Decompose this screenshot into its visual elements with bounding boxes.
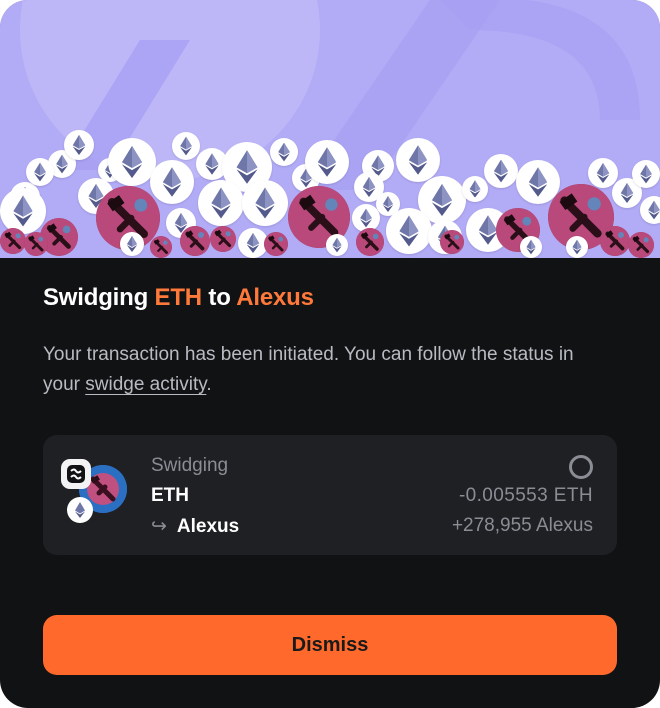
to-amount: +278,955 Alexus bbox=[451, 515, 593, 536]
alexus-token-icon bbox=[0, 228, 26, 254]
title-prefix: Swidging bbox=[43, 284, 149, 311]
title-to-token: Alexus bbox=[236, 284, 314, 311]
swidge-modal: Swidging ETH to Alexus Your transaction … bbox=[0, 0, 660, 708]
transaction-status: Swidging bbox=[151, 455, 229, 476]
from-amount: -0.005553 ETH bbox=[458, 485, 593, 506]
eth-coin-icon bbox=[484, 154, 518, 188]
alexus-token-icon bbox=[180, 226, 210, 256]
modal-description: Your transaction has been initiated. You… bbox=[43, 340, 603, 400]
eth-coin-icon bbox=[120, 232, 144, 256]
eth-icon bbox=[67, 497, 93, 523]
from-token: ETH bbox=[151, 485, 189, 506]
eth-coin-icon bbox=[172, 132, 200, 160]
eth-coin-icon bbox=[326, 234, 348, 256]
to-token: Alexus bbox=[176, 516, 240, 537]
eth-coin-icon bbox=[270, 138, 298, 166]
spinner-icon bbox=[569, 455, 593, 479]
eth-coin-icon bbox=[520, 236, 542, 258]
eth-coin-icon bbox=[462, 176, 488, 202]
alexus-token-icon bbox=[600, 226, 630, 256]
eth-coin-icon bbox=[386, 208, 432, 254]
modal-title: Swidging ETH to Alexus bbox=[43, 284, 314, 312]
alexus-token-icon bbox=[628, 232, 654, 258]
description-end: . bbox=[206, 374, 212, 395]
transaction-icons bbox=[61, 457, 131, 527]
eth-coin-icon bbox=[396, 138, 440, 182]
eth-coin-icon bbox=[242, 180, 288, 226]
eth-coin-icon bbox=[632, 160, 660, 188]
alexus-token-icon bbox=[440, 230, 464, 254]
swidge-logo-icon bbox=[61, 459, 91, 489]
alexus-token-icon bbox=[24, 232, 48, 256]
eth-coin-icon bbox=[108, 138, 156, 186]
eth-coin-icon bbox=[26, 158, 54, 186]
eth-coin-icon bbox=[566, 236, 588, 258]
title-mid: to bbox=[208, 284, 231, 311]
eth-coin-icon bbox=[305, 140, 349, 184]
arrow-return-icon: ↪ bbox=[151, 516, 167, 537]
hero-banner bbox=[0, 0, 660, 258]
to-token-row: ↪ Alexus bbox=[151, 515, 239, 538]
eth-coin-icon bbox=[198, 180, 244, 226]
swidge-activity-link[interactable]: swidge activity bbox=[85, 374, 206, 395]
alexus-token-icon bbox=[356, 228, 384, 256]
transaction-card: Swidging ETH ↪ Alexus -0.005553 ETH +278,… bbox=[43, 435, 617, 555]
dismiss-button[interactable]: Dismiss bbox=[43, 615, 617, 675]
eth-coin-icon bbox=[64, 130, 94, 160]
alexus-token-icon bbox=[210, 226, 236, 252]
alexus-token-icon bbox=[150, 236, 172, 258]
modal-content: Swidging ETH to Alexus Your transaction … bbox=[0, 258, 660, 708]
eth-coin-icon bbox=[640, 196, 660, 224]
alexus-token-icon bbox=[264, 232, 288, 256]
title-from-token: ETH bbox=[154, 284, 203, 311]
